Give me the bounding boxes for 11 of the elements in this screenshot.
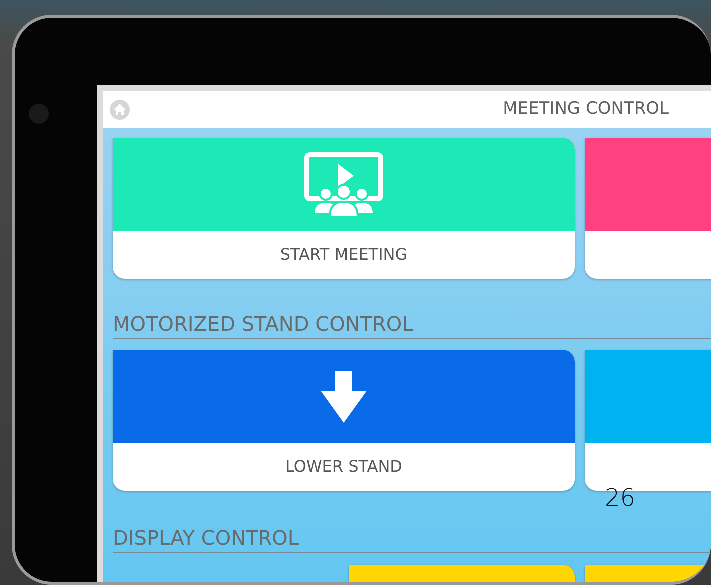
section-heading: MOTORIZED STAND CONTROL bbox=[113, 312, 414, 336]
presentation-icon bbox=[304, 152, 384, 218]
page-number: 26 bbox=[605, 483, 636, 514]
tile-label: LOWER STAND bbox=[284, 456, 404, 478]
section-heading: DISPLAY CONTROL bbox=[113, 526, 300, 550]
tile-button[interactable]: START MEETING bbox=[113, 138, 575, 279]
down-arrow-icon bbox=[319, 370, 369, 424]
screen-title: MEETING CONTROL bbox=[503, 98, 669, 121]
tile-button[interactable]: LOWER STAND bbox=[113, 350, 575, 491]
tile-label: START MEETING bbox=[279, 244, 409, 266]
home-icon[interactable] bbox=[109, 99, 131, 121]
